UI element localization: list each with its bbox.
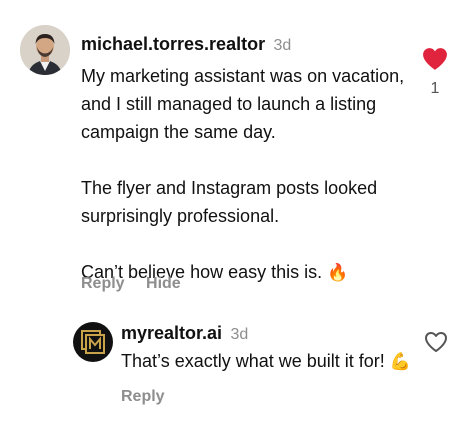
avatar[interactable]: [20, 25, 70, 75]
comment-line: campaign the same day.: [81, 122, 276, 142]
reply-timestamp: 3d: [230, 326, 249, 343]
timestamp: 3d: [273, 37, 292, 54]
profile-photo: [20, 25, 70, 75]
like-button[interactable]: [424, 331, 448, 358]
hide-button[interactable]: Hide: [146, 275, 181, 292]
comment-header: michael.torres.realtor 3d: [81, 34, 291, 55]
reply-header: myrealtor.ai 3d: [121, 323, 248, 344]
reply-button[interactable]: Reply: [81, 275, 125, 292]
heart-outline-icon: [425, 332, 447, 352]
comment-line: The flyer and Instagram posts looked: [81, 178, 378, 198]
username[interactable]: michael.torres.realtor: [81, 34, 265, 54]
fire-emoji: 🔥: [327, 263, 349, 282]
myrealtor-logo-icon: [81, 330, 105, 354]
heart-filled-icon: [423, 48, 447, 70]
reply-text: That’s exactly what we built it for! 💪: [121, 351, 411, 371]
like-count: 1: [430, 80, 440, 97]
flexed-biceps-emoji: 💪: [389, 352, 411, 371]
comment-line: and I still managed to launch a listing: [81, 94, 377, 114]
comment-line: My marketing assistant was on vacation,: [81, 66, 405, 86]
reply-avatar[interactable]: [73, 322, 113, 362]
reply-button[interactable]: Reply: [121, 388, 165, 405]
comment-actions: Reply Hide: [81, 275, 181, 293]
reply-username[interactable]: myrealtor.ai: [121, 323, 222, 343]
reply-actions: Reply: [121, 388, 165, 406]
like-button[interactable]: [422, 47, 448, 76]
comment-text: My marketing assistant was on vacation, …: [81, 62, 404, 287]
comment-line: surprisingly professional.: [81, 206, 280, 226]
